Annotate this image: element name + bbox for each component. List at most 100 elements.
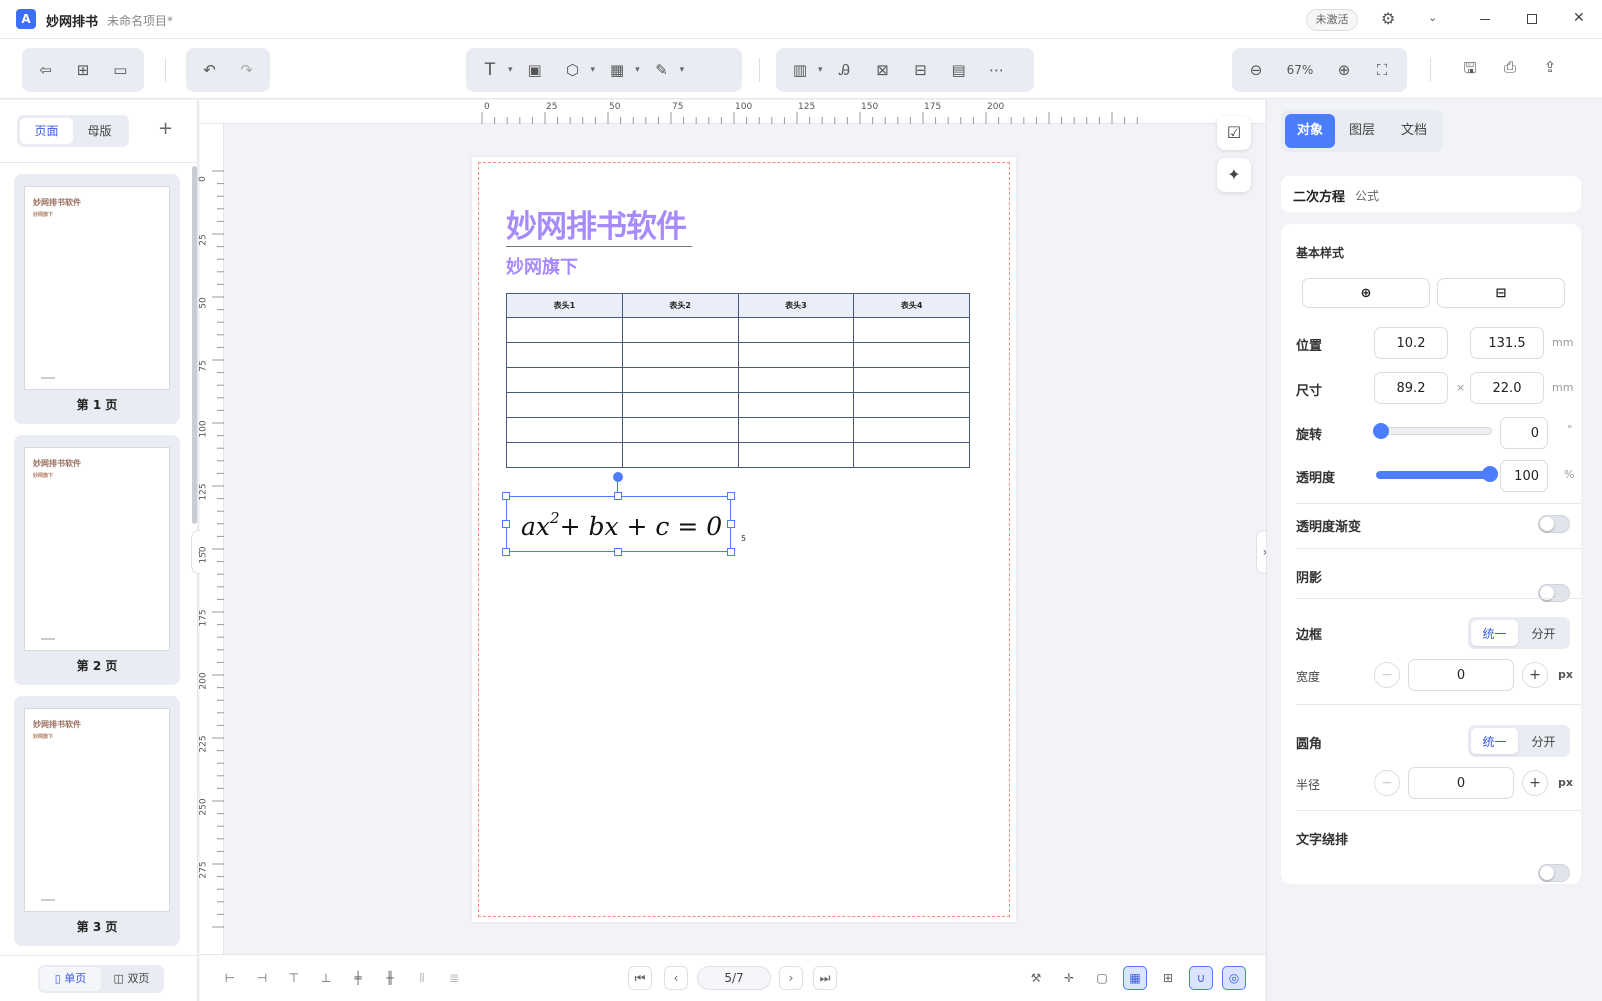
chart-dropdown-icon[interactable]: ▾ — [818, 65, 823, 75]
table-cell[interactable] — [621, 317, 739, 343]
border-separate-button[interactable]: 分开 — [1520, 620, 1567, 646]
new-file-icon[interactable]: ⊞ — [67, 55, 98, 85]
table-cell[interactable] — [737, 317, 855, 343]
border-width-plus-button[interactable]: + — [1522, 662, 1548, 688]
table-cell[interactable] — [506, 442, 623, 468]
text-wrap-toggle[interactable] — [1538, 864, 1570, 882]
border-width-minus-button[interactable]: − — [1374, 662, 1400, 688]
document-table[interactable]: 表头1 表头2 表头3 表头4 — [506, 293, 970, 468]
grid-icon[interactable]: ⊞ — [1156, 966, 1180, 990]
save-icon[interactable]: 🖫 — [1458, 58, 1482, 82]
table-cell[interactable] — [737, 367, 855, 393]
equation-object[interactable]: ax2+ bx + c = 0 — [502, 492, 735, 556]
ai-sparkle-icon[interactable]: ✦ — [1217, 158, 1251, 192]
art-text-icon[interactable]: Ꭿ — [829, 55, 861, 85]
chart-icon[interactable]: ▥ — [784, 55, 816, 85]
table-header-cell[interactable]: 表头2 — [621, 293, 739, 318]
snap-target-icon[interactable]: ◎ — [1222, 966, 1246, 990]
undo-icon[interactable]: ↶ — [194, 55, 225, 85]
document-subtitle[interactable]: 妙网旗下 — [506, 253, 578, 279]
align-top-icon[interactable]: ⊤ — [282, 966, 306, 990]
radius-separate-button[interactable]: 分开 — [1520, 728, 1567, 754]
table-header-cell[interactable]: 表头4 — [853, 293, 970, 318]
table-cell[interactable] — [737, 417, 855, 443]
shape-icon[interactable]: ⬡ — [557, 55, 589, 85]
distribute-v-icon[interactable]: ≣ — [442, 966, 466, 990]
check-icon[interactable]: ☑ — [1217, 116, 1251, 150]
close-button[interactable]: ✕ — [1573, 11, 1585, 25]
table-header-cell[interactable]: 表头3 — [737, 293, 855, 318]
chevron-down-icon[interactable]: ⌄ — [1428, 12, 1437, 23]
table-header-cell[interactable]: 表头1 — [506, 293, 623, 318]
table-cell[interactable] — [621, 417, 739, 443]
shape-dropdown-icon[interactable]: ▾ — [591, 65, 596, 75]
resize-handle-sw[interactable] — [502, 548, 510, 556]
magnet-icon[interactable]: ∪ — [1189, 966, 1213, 990]
align-center-h-icon[interactable]: ⊣ — [250, 966, 274, 990]
tab-master[interactable]: 母版 — [73, 118, 126, 144]
folder-icon[interactable]: ▭ — [105, 55, 136, 85]
shadow-toggle[interactable] — [1538, 584, 1570, 602]
page-thumbnail-3[interactable]: 妙网排书软件 妙网旗下 第 3 页 — [14, 696, 180, 946]
table-dropdown-icon[interactable]: ▾ — [635, 65, 640, 75]
zoom-level[interactable]: 67% — [1278, 63, 1322, 77]
tab-object[interactable]: 对象 — [1285, 114, 1335, 148]
first-page-icon[interactable]: ⏮ — [628, 966, 652, 990]
align-center-v-icon[interactable]: ╫ — [378, 966, 402, 990]
radius-minus-button[interactable]: − — [1374, 770, 1400, 796]
table-cell[interactable] — [506, 417, 623, 443]
add-page-icon[interactable]: + — [158, 120, 173, 138]
table-cell[interactable] — [853, 417, 970, 443]
page-thumbnail-2[interactable]: 妙网排书软件 妙网旗下 第 2 页 — [14, 435, 180, 685]
redo-icon[interactable]: ↷ — [231, 55, 262, 85]
opacity-gradient-toggle[interactable] — [1538, 515, 1570, 533]
opacity-slider[interactable] — [1376, 466, 1498, 482]
media-icon[interactable]: ▤ — [943, 55, 975, 85]
resize-handle-s[interactable] — [614, 548, 622, 556]
border-unified-button[interactable]: 统一 — [1471, 620, 1518, 646]
table-cell[interactable] — [506, 342, 623, 368]
table-cell[interactable] — [737, 342, 855, 368]
table-cell[interactable] — [853, 317, 970, 343]
opacity-input[interactable]: 100 — [1500, 460, 1548, 492]
minimize-button[interactable] — [1480, 19, 1490, 20]
table-cell[interactable] — [853, 342, 970, 368]
border-width-input[interactable]: 0 — [1408, 659, 1514, 691]
exit-icon[interactable]: ⇦ — [30, 55, 61, 85]
single-page-button[interactable]: ▯ 单页 — [40, 967, 101, 991]
page-grid-icon[interactable]: ▦ — [1123, 966, 1147, 990]
resize-handle-n[interactable] — [614, 492, 622, 500]
format-painter-icon[interactable]: ⚒ — [1024, 966, 1048, 990]
table-cell[interactable] — [853, 442, 970, 468]
zoom-in-icon[interactable]: ⊕ — [1328, 55, 1360, 85]
resize-handle-se[interactable] — [727, 548, 735, 556]
resize-handle-w[interactable] — [502, 520, 510, 528]
table-cell[interactable] — [853, 367, 970, 393]
zoom-out-icon[interactable]: ⊖ — [1240, 55, 1272, 85]
align-center-button[interactable]: ⊕ — [1302, 278, 1430, 308]
formula-icon[interactable]: ⊠ — [867, 55, 899, 85]
position-y-input[interactable]: 131.5 — [1470, 327, 1544, 359]
rotation-slider-thumb[interactable] — [1373, 423, 1389, 439]
gear-icon[interactable]: ⚙ — [1381, 11, 1395, 27]
table-cell[interactable] — [853, 392, 970, 418]
prev-page-icon[interactable]: ‹ — [664, 966, 688, 990]
radius-plus-button[interactable]: + — [1522, 770, 1548, 796]
table-cell[interactable] — [737, 442, 855, 468]
pen-icon[interactable]: ✎ — [646, 55, 678, 85]
maximize-button[interactable] — [1527, 14, 1537, 24]
table-icon[interactable]: ▦ — [601, 55, 633, 85]
tab-document[interactable]: 文档 — [1389, 114, 1439, 148]
radius-unified-button[interactable]: 统一 — [1471, 728, 1518, 754]
last-page-icon[interactable]: ⏭ — [813, 966, 837, 990]
size-width-input[interactable]: 89.2 — [1374, 372, 1448, 404]
more-icon[interactable]: ⋯ — [981, 55, 1013, 85]
table-cell[interactable] — [506, 367, 623, 393]
next-page-icon[interactable]: › — [779, 966, 803, 990]
tab-layers[interactable]: 图层 — [1337, 114, 1387, 148]
margin-view-icon[interactable]: ▢ — [1090, 966, 1114, 990]
table-cell[interactable] — [506, 392, 623, 418]
text-dropdown-icon[interactable]: ▾ — [508, 65, 513, 75]
table-cell[interactable] — [621, 367, 739, 393]
rotation-slider[interactable] — [1373, 423, 1492, 439]
